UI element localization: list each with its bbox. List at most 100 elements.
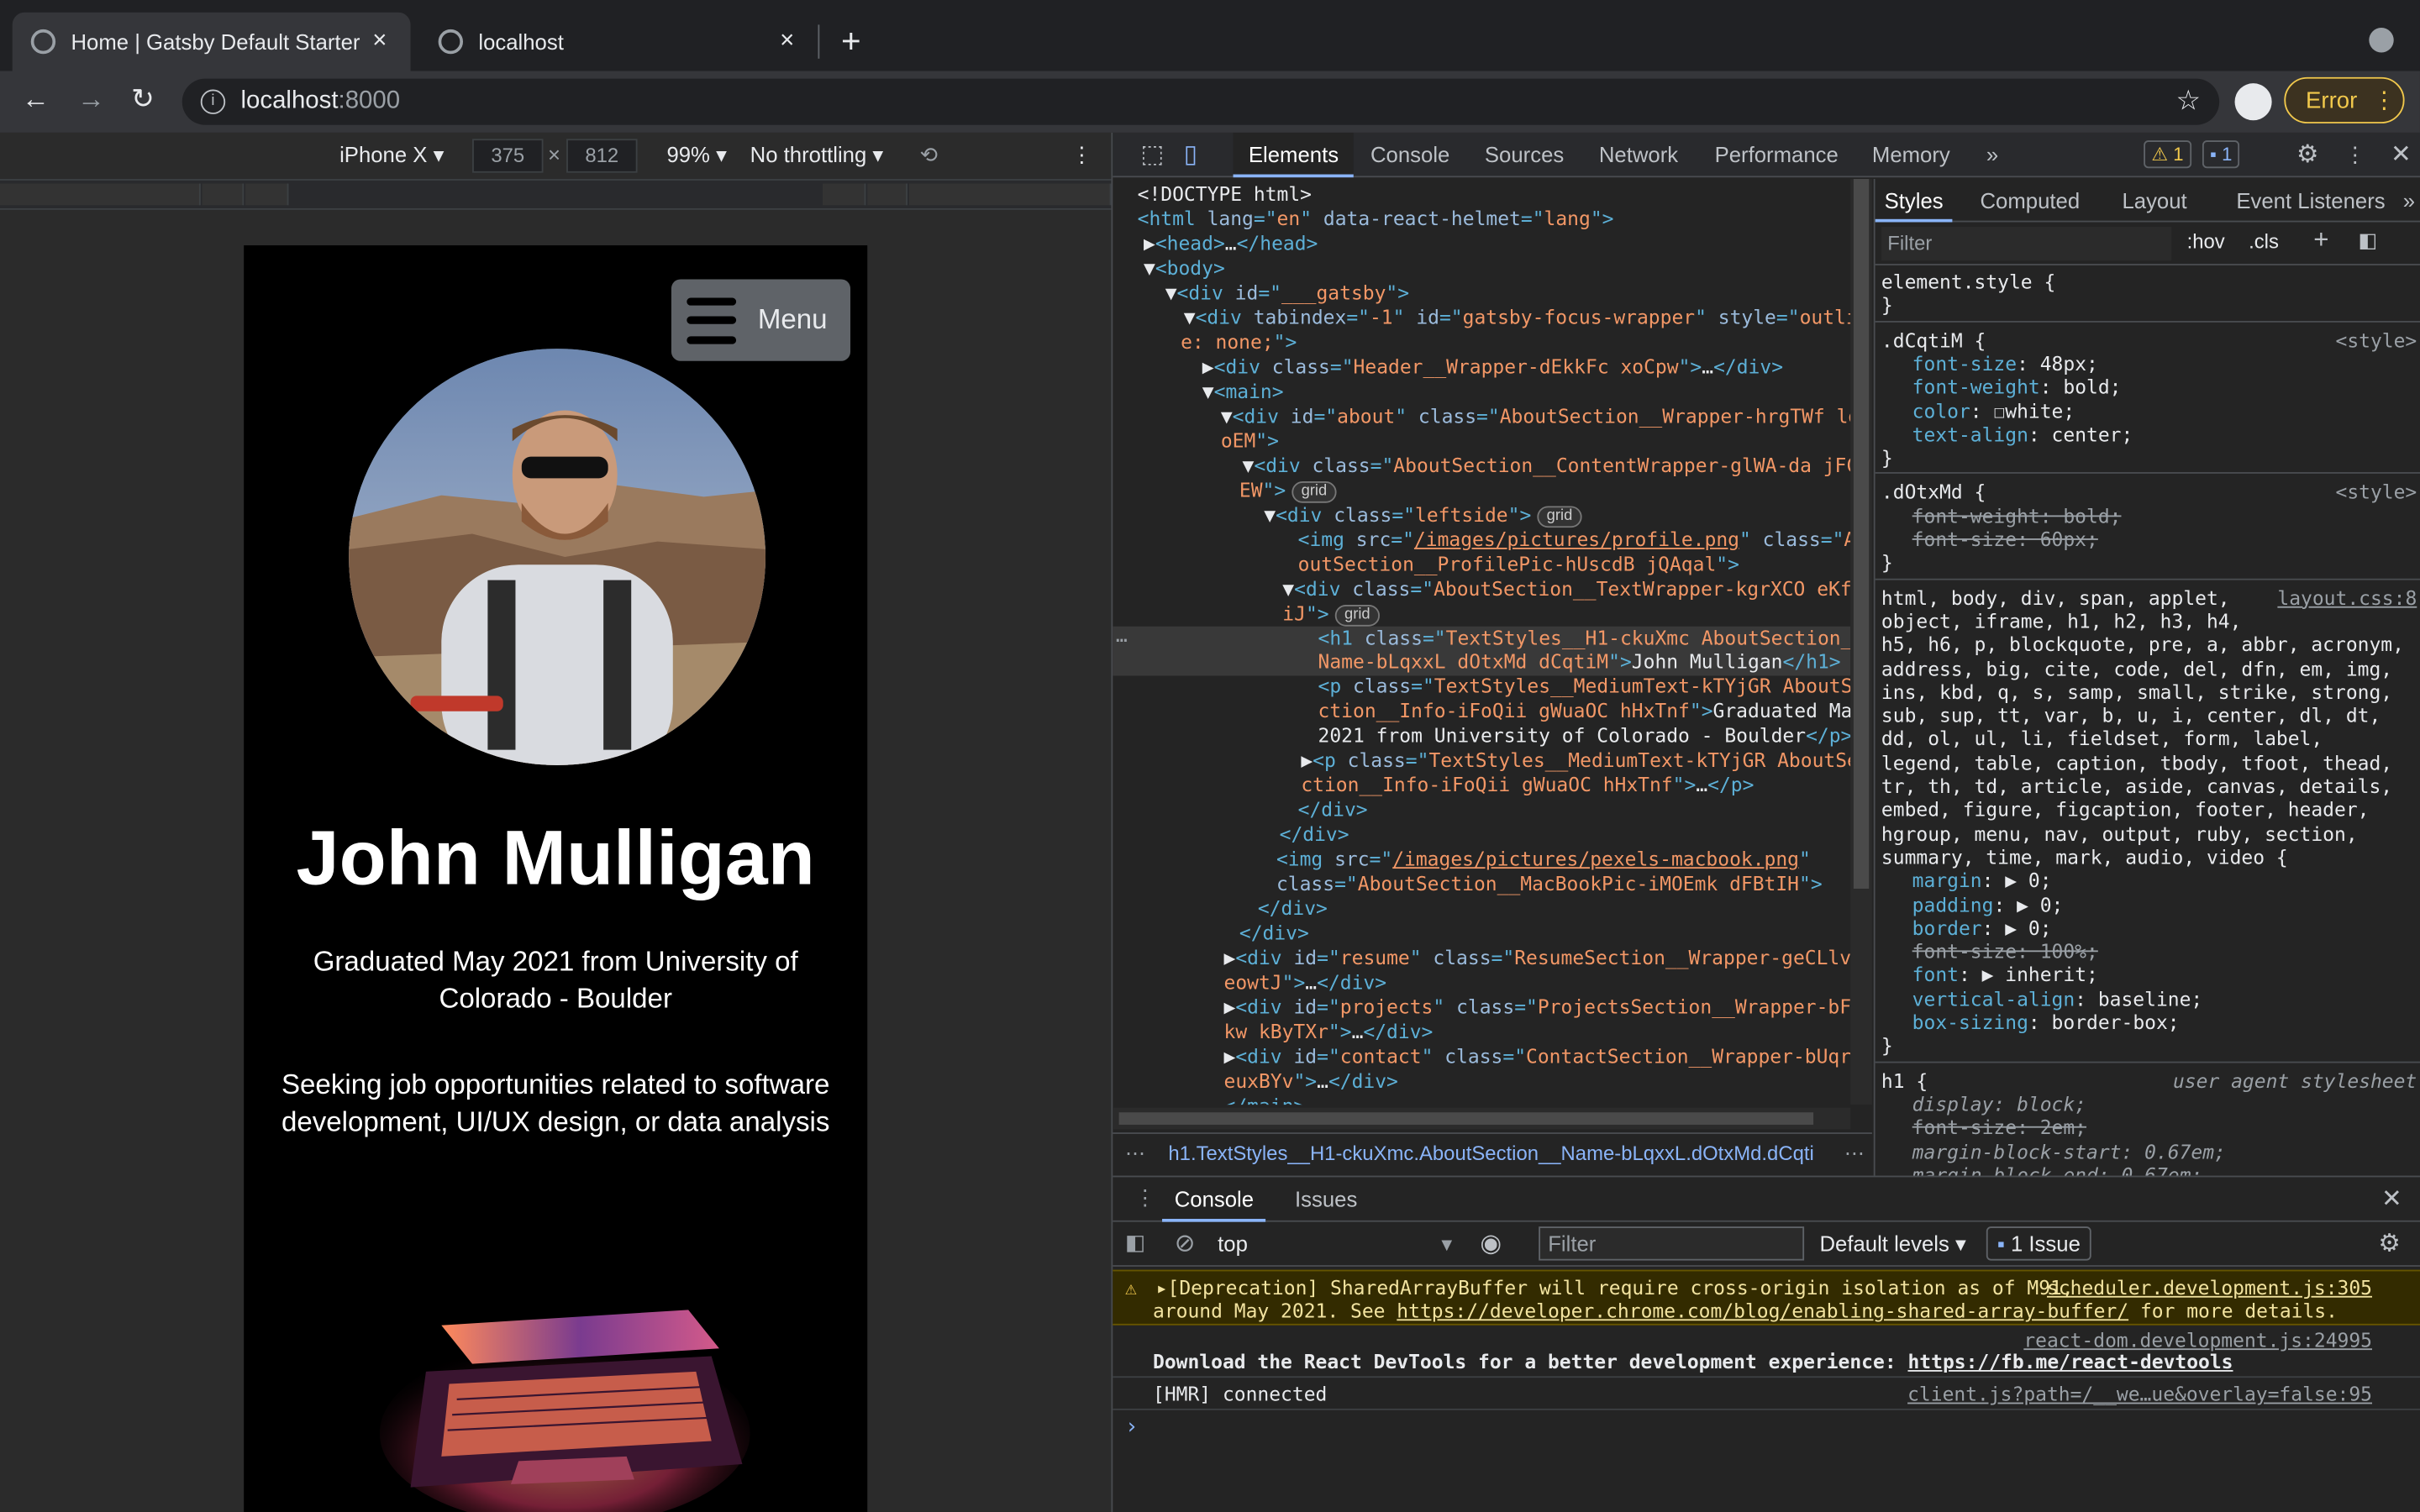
style-declaration[interactable]: display: block; (1912, 1092, 2086, 1116)
dom-node-line[interactable]: ▼<div id="about" class="AboutSection__Wr… (1221, 404, 1850, 428)
live-expression-eye-icon[interactable]: ◉ (1480, 1228, 1502, 1259)
drawer-tab-issues[interactable]: Issues (1282, 1177, 1370, 1221)
dom-node-line[interactable]: </div> (1258, 896, 1328, 921)
dom-node-line[interactable]: e: none;"> (1181, 330, 1297, 354)
media-query-segment[interactable] (245, 183, 289, 206)
hmr-source-link[interactable]: client.js?path=/__we…ue&overlay=false:95 (1907, 1383, 2372, 1406)
style-declaration[interactable]: text-align: center; (1912, 423, 2133, 446)
style-declaration[interactable]: margin: ▶ 0; (1912, 869, 2052, 892)
crumb-more-icon[interactable]: ⋯ (1844, 1134, 1865, 1174)
console-prompt-icon[interactable]: › (1125, 1415, 1138, 1439)
zoom-select[interactable]: 99% ▾ (666, 142, 727, 168)
new-tab-icon[interactable]: + (841, 22, 861, 62)
console-filter-input[interactable]: Filter (1539, 1226, 1805, 1261)
dom-node-line[interactable]: ction__Info-iFoQii gWuaOC hHxTnf">…</p> (1301, 773, 1754, 797)
info-icon[interactable]: i (200, 89, 226, 114)
dom-node-line[interactable]: outSection__ProfilePic-hUscdB jQAqal"> (1298, 553, 1739, 577)
sidebar-toggle-icon[interactable]: ◧ (1125, 1230, 1145, 1256)
close-devtools-icon[interactable]: ✕ (2375, 133, 2420, 177)
style-declaration[interactable]: address, big, cite, code, del, dfn, em, … (1881, 657, 2392, 680)
style-declaration[interactable]: h5, h6, p, blockquote, pre, a, abbr, acr… (1881, 633, 2404, 656)
breadcrumb-node[interactable]: h1.TextStyles__H1-ckuXmc.AboutSection__N… (1168, 1134, 1832, 1174)
context-select[interactable]: top ▾ (1218, 1231, 1455, 1256)
devtools-menu-icon[interactable]: ⋮ (2329, 133, 2381, 177)
dom-node-line[interactable]: <html lang="en" data-react-helmet="lang"… (1138, 207, 1614, 231)
style-declaration[interactable]: font-weight: bold; (1912, 504, 2122, 528)
style-declaration[interactable]: } (1881, 551, 1893, 575)
style-declaration[interactable]: color: ☐white; (1912, 399, 2075, 423)
dom-scrollbar[interactable] (1850, 179, 1872, 1105)
warnings-badge[interactable]: ⚠ 1 (2144, 140, 2191, 169)
media-query-segment[interactable] (867, 183, 908, 206)
dom-node-line[interactable]: ▼<div class="AboutSection__TextWrapper-k… (1282, 577, 1850, 601)
style-declaration[interactable]: font-weight: bold; (1912, 375, 2122, 399)
style-source-link[interactable]: user agent stylesheet (2173, 1068, 2417, 1092)
style-declaration[interactable]: font: ▶ inherit; (1912, 963, 2098, 987)
more-options-icon[interactable]: ⋮ (1071, 142, 1093, 168)
dom-node-line[interactable]: iJ"> grid (1282, 601, 1380, 627)
close-tab-icon[interactable]: × (367, 28, 392, 55)
hov-toggle[interactable]: :hov (2187, 230, 2225, 254)
close-tab-icon[interactable]: × (775, 28, 799, 55)
tab-search-icon[interactable] (2369, 28, 2394, 53)
console-settings-gear-icon[interactable]: ⚙ (2378, 1228, 2400, 1259)
style-declaration[interactable]: summary, time, mark, audio, video { (1881, 845, 2288, 869)
toggle-computed-sidebar-icon[interactable]: ◧ (2358, 228, 2377, 253)
settings-gear-icon[interactable]: ⚙ (2281, 133, 2334, 177)
cls-toggle[interactable]: .cls (2249, 230, 2279, 254)
style-declaration[interactable]: font-size: 2em; (1912, 1116, 2086, 1139)
dom-node-line[interactable]: ▼<div id="___gatsby"> (1165, 281, 1409, 305)
issues-counter-button[interactable]: ▪ 1 Issue (1986, 1226, 2091, 1261)
throttling-select[interactable]: No throttling ▾ (750, 142, 884, 168)
dom-node-line[interactable]: <p class="TextStyles__MediumText-kTYjGR … (1318, 675, 1851, 699)
style-declaration[interactable]: font-size: 100%; (1912, 940, 2098, 963)
media-query-segment[interactable] (202, 183, 245, 206)
dom-node-line[interactable]: ction__Info-iFoQii gWuaOC hHxTnf">Gradua… (1318, 699, 1851, 723)
dom-node-line[interactable]: ▶<div class="Header__Wrapper-dEkkFc xoCp… (1202, 354, 1783, 379)
warning-source-link[interactable]: scheduler.development.js:305 (2047, 1276, 2372, 1299)
rotate-icon[interactable]: ⟲ (920, 142, 939, 168)
dom-node-line[interactable]: kw kByTXr">…</div> (1224, 1020, 1434, 1044)
back-icon[interactable]: ← (22, 83, 50, 116)
dom-node-line[interactable]: ▶<head>…</head> (1144, 232, 1318, 256)
node-actions-icon[interactable]: ⋯ (1116, 628, 1128, 653)
style-declaration[interactable]: vertical-align: baseline; (1912, 987, 2203, 1011)
warn-link[interactable]: https://developer.chrome.com/blog/enabli… (1397, 1299, 2128, 1323)
tab-elements[interactable]: Elements (1233, 132, 1355, 178)
style-declaration[interactable]: ins, kbd, q, s, samp, small, strike, str… (1881, 680, 2392, 704)
dom-node-line[interactable]: ▶<p class="TextStyles__MediumText-kTYjGR… (1301, 748, 1850, 773)
style-declaration[interactable]: font-size: 48px; (1912, 352, 2098, 375)
style-declaration[interactable]: html, body, div, span, applet, (1881, 585, 2230, 609)
drawer-tab-console[interactable]: Console (1162, 1177, 1266, 1222)
style-declaration[interactable]: box-sizing: border-box; (1912, 1011, 2180, 1034)
clear-console-icon[interactable]: ⊘ (1175, 1228, 1196, 1259)
dom-node-line[interactable]: ▼<body> (1144, 256, 1225, 281)
dom-node-line[interactable]: oEM"> (1221, 429, 1279, 454)
log-levels-select[interactable]: Default levels ▾ (1819, 1231, 1965, 1257)
tab-sources[interactable]: Sources (1470, 133, 1580, 177)
style-declaration[interactable]: } (1881, 294, 1893, 318)
tab-performance[interactable]: Performance (1699, 133, 1854, 177)
style-declaration[interactable]: .dOtxMd { (1881, 480, 1986, 504)
dom-node-line[interactable]: ▶<div id="contact" class="ContactSection… (1224, 1044, 1851, 1068)
tab-event-listeners[interactable]: Event Listeners (2227, 179, 2394, 222)
styles-filter-input[interactable]: Filter (1881, 226, 2172, 261)
menu-button[interactable]: Menu (671, 279, 851, 361)
more-tabs-icon[interactable]: » (1970, 133, 2013, 177)
height-input[interactable]: 812 (566, 139, 638, 173)
device-select[interactable]: iPhone X ▾ (339, 142, 444, 168)
dom-node-line[interactable]: eowtJ">…</div> (1224, 970, 1387, 995)
style-declaration[interactable]: padding: ▶ 0; (1912, 893, 2064, 916)
tab-computed[interactable]: Computed (1970, 179, 2089, 222)
device-toggle-icon[interactable]: ▯ (1168, 133, 1213, 177)
dom-node-line[interactable]: EW"> grid (1239, 478, 1337, 503)
issues-badge[interactable]: ▪ 1 (2202, 140, 2240, 169)
tab-memory[interactable]: Memory (1857, 133, 1966, 177)
dom-node-line[interactable]: euxBYv">…</div> (1224, 1069, 1398, 1094)
style-declaration[interactable]: .dCqtiM { (1881, 328, 1986, 351)
style-declaration[interactable]: dd, ol, ul, li, fieldset, form, label, (1881, 727, 2323, 751)
dom-h-scrollbar[interactable] (1113, 1107, 1851, 1130)
style-source-link[interactable]: layout.css:8 (2277, 585, 2417, 609)
new-style-rule-icon[interactable]: + (2313, 225, 2328, 256)
dom-node-line[interactable]: <img src="/images/pictures/pexels-macboo… (1276, 847, 1811, 871)
